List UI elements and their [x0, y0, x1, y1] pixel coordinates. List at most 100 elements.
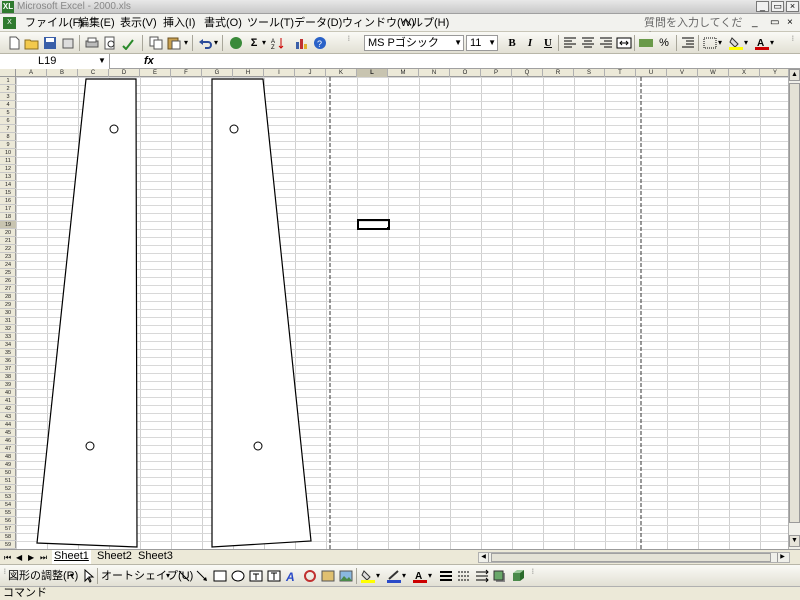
column-header-A[interactable]: A [16, 69, 47, 77]
column-header-W[interactable]: W [698, 69, 729, 77]
row-header-1[interactable]: 1 [0, 77, 16, 85]
menu-data[interactable]: データ(D) [291, 16, 345, 30]
tab-sheet1[interactable]: Sheet1 [52, 550, 91, 564]
row-header-32[interactable]: 32 [0, 325, 16, 333]
row-header-16[interactable]: 16 [0, 197, 16, 205]
clip-art-icon[interactable] [320, 569, 336, 583]
row-header-12[interactable]: 12 [0, 165, 16, 173]
name-box[interactable]: L19 [0, 54, 110, 69]
select-objects-icon[interactable] [80, 569, 96, 583]
vertical-scroll-thumb[interactable] [789, 83, 800, 523]
row-header-23[interactable]: 23 [0, 253, 16, 261]
row-header-3[interactable]: 3 [0, 93, 16, 101]
doc-close-button[interactable]: × [787, 17, 793, 29]
row-header-45[interactable]: 45 [0, 429, 16, 437]
name-box-dropdown-arrow-icon[interactable]: ▼ [98, 54, 106, 68]
text-box-icon[interactable] [248, 569, 264, 583]
sort-ascending-icon[interactable]: AZ [270, 36, 286, 50]
wordart-icon[interactable]: A [284, 569, 300, 583]
copy-icon[interactable] [148, 36, 164, 50]
italic-button[interactable]: I [522, 35, 538, 51]
column-header-V[interactable]: V [667, 69, 698, 77]
row-header-35[interactable]: 35 [0, 349, 16, 357]
column-header-T[interactable]: T [605, 69, 636, 77]
doc-restore-button[interactable]: ▭ [770, 17, 779, 29]
row-header-21[interactable]: 21 [0, 237, 16, 245]
autosum-dropdown-arrow-icon[interactable]: ▾ [262, 38, 266, 47]
workbook-icon[interactable]: X [3, 17, 16, 29]
row-header-22[interactable]: 22 [0, 245, 16, 253]
column-header-O[interactable]: O [450, 69, 481, 77]
row-header-55[interactable]: 55 [0, 509, 16, 517]
column-header-B[interactable]: B [47, 69, 78, 77]
draw-menu-button[interactable]: 図形の調整(R) [8, 569, 78, 583]
column-header-I[interactable]: I [264, 69, 295, 77]
row-header-54[interactable]: 54 [0, 501, 16, 509]
first-sheet-icon[interactable]: ⏮ [4, 552, 11, 563]
column-header-X[interactable]: X [729, 69, 760, 77]
spelling-icon[interactable] [120, 36, 136, 50]
print-icon[interactable] [84, 36, 100, 50]
column-header-M[interactable]: M [388, 69, 419, 77]
hyperlink-icon[interactable] [228, 36, 244, 50]
permission-icon[interactable] [60, 36, 76, 50]
restore-button[interactable]: ▭ [771, 1, 784, 12]
menu-insert[interactable]: 挿入(I) [160, 16, 198, 30]
row-header-20[interactable]: 20 [0, 229, 16, 237]
row-header-38[interactable]: 38 [0, 373, 16, 381]
horizontal-scroll-thumb[interactable] [491, 553, 771, 562]
diagram-icon[interactable] [302, 569, 318, 583]
chart-wizard-icon[interactable] [294, 36, 310, 50]
row-header-13[interactable]: 13 [0, 173, 16, 181]
scroll-up-icon[interactable]: ▲ [789, 69, 800, 81]
font-name-select[interactable]: MS Pゴシック ▼ [364, 35, 464, 51]
row-header-27[interactable]: 27 [0, 285, 16, 293]
row-header-15[interactable]: 15 [0, 189, 16, 197]
row-header-6[interactable]: 6 [0, 117, 16, 125]
align-right-icon[interactable] [598, 36, 614, 50]
fill-color-dropdown-arrow-icon[interactable]: ▾ [376, 571, 380, 580]
column-header-S[interactable]: S [574, 69, 605, 77]
rectangle-icon[interactable] [212, 569, 228, 583]
autoshapes-arrow-icon[interactable]: ▾ [166, 571, 170, 580]
row-header-29[interactable]: 29 [0, 301, 16, 309]
print-preview-icon[interactable] [102, 36, 118, 50]
tab-sheet2[interactable]: Sheet2 [95, 550, 134, 564]
line-color-dropdown-arrow-icon[interactable]: ▾ [402, 571, 406, 580]
row-header-57[interactable]: 57 [0, 525, 16, 533]
vertical-scrollbar[interactable]: ▲ ▼ [788, 69, 800, 549]
paste-options-arrow-icon[interactable]: ▾ [184, 38, 188, 47]
open-folder-icon[interactable] [24, 36, 40, 50]
column-header-E[interactable]: E [140, 69, 171, 77]
align-left-icon[interactable] [562, 36, 578, 50]
column-header-D[interactable]: D [109, 69, 140, 77]
bold-button[interactable]: B [504, 35, 520, 51]
row-header-8[interactable]: 8 [0, 133, 16, 141]
row-header-51[interactable]: 51 [0, 477, 16, 485]
row-header-56[interactable]: 56 [0, 517, 16, 525]
menu-help[interactable]: ヘルプ(H) [398, 16, 452, 30]
row-header-18[interactable]: 18 [0, 213, 16, 221]
row-header-50[interactable]: 50 [0, 469, 16, 477]
fill-color-dropdown-arrow-icon[interactable]: ▾ [744, 38, 748, 47]
row-header-10[interactable]: 10 [0, 149, 16, 157]
column-header-P[interactable]: P [481, 69, 512, 77]
oval-icon[interactable] [230, 569, 246, 583]
borders-icon[interactable] [702, 36, 718, 50]
column-header-U[interactable]: U [636, 69, 667, 77]
borders-dropdown-arrow-icon[interactable]: ▾ [718, 38, 722, 47]
row-header-28[interactable]: 28 [0, 293, 16, 301]
line-color-icon[interactable] [386, 569, 402, 583]
scroll-down-icon[interactable]: ▼ [789, 535, 800, 547]
row-header-25[interactable]: 25 [0, 269, 16, 277]
align-center-icon[interactable] [580, 36, 596, 50]
row-header-52[interactable]: 52 [0, 485, 16, 493]
row-header-47[interactable]: 47 [0, 445, 16, 453]
previous-sheet-icon[interactable]: ◀ [16, 552, 22, 563]
doc-minimize-button[interactable]: _ [752, 17, 758, 29]
horizontal-scrollbar[interactable]: ◀ ▶ [478, 552, 790, 563]
autosum-icon[interactable]: Σ [246, 35, 262, 51]
new-document-icon[interactable] [6, 36, 22, 50]
row-header-5[interactable]: 5 [0, 109, 16, 117]
3d-style-icon[interactable] [510, 569, 526, 583]
